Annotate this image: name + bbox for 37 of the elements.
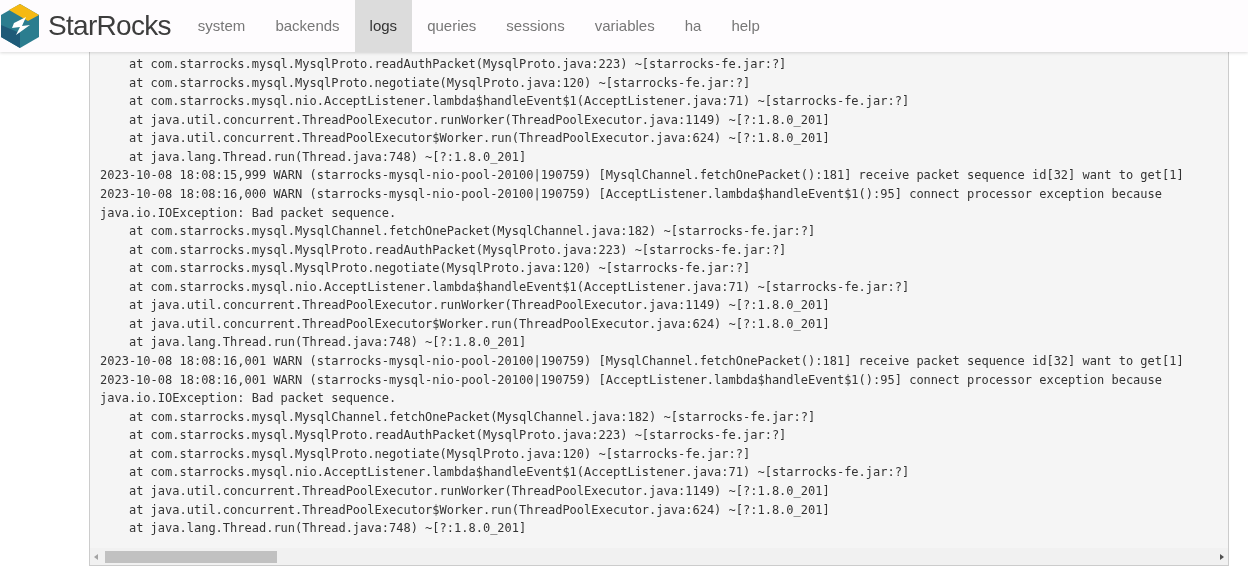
log-line: at com.starrocks.mysql.MysqlProto.readAuthPacket(MysqlProto.java:223) ~[starrocks-fe.jar:?] xyxy=(127,241,787,259)
log-line: 2023-10-08 18:08:16,001 WARN (starrocks-mysql-nio-pool-20100|190759) [AcceptListener.lambda$handleEvent$1():95] connect processor exception because xyxy=(100,371,1163,389)
log-line: at com.starrocks.mysql.MysqlProto.negotiate(MysqlProto.java:120) ~[starrocks-fe.jar:?] xyxy=(127,74,751,92)
log-line: at java.util.concurrent.ThreadPoolExecutor.runWorker(ThreadPoolExecutor.java:1149) ~[?:1.8.0_201] xyxy=(127,482,830,500)
brand-name: StarRocks xyxy=(48,9,171,43)
log-line: at com.starrocks.mysql.nio.AcceptListener.lambda$handleEvent$1(AcceptListener.java:71) ~[starrocks-fe.jar:?] xyxy=(127,464,910,482)
nav-tab[interactable]: sessions xyxy=(491,0,580,52)
log-line: at com.starrocks.mysql.MysqlProto.negotiate(MysqlProto.java:120) ~[starrocks-fe.jar:?] xyxy=(127,260,751,278)
nav-tab[interactable]: backends xyxy=(260,0,355,52)
nav-tab[interactable]: ha xyxy=(669,0,717,52)
log-line: at com.starrocks.mysql.MysqlChannel.fetchOnePacket(MysqlChannel.java:182) ~[starrocks-fe.jar:?] xyxy=(127,223,816,241)
nav-tab[interactable]: queries xyxy=(412,0,492,52)
log-line: 2023-10-08 18:08:15,999 WARN (starrocks-mysql-nio-pool-20100|190759) [MysqlChannel.fetchOnePacket():181] receive packet sequence id[32] want to get[1] xyxy=(100,167,1184,185)
nav-tab[interactable]: system xyxy=(182,0,261,52)
log-line: at java.util.concurrent.ThreadPoolExecutor.runWorker(ThreadPoolExecutor.java:1149) ~[?:1.8.0_201] xyxy=(127,297,830,315)
log-line: at com.starrocks.mysql.nio.AcceptListener.lambda$handleEvent$1(AcceptListener.java:71) ~[starrocks-fe.jar:?] xyxy=(127,93,910,111)
log-line: at java.lang.Thread.run(Thread.java:748) ~[?:1.8.0_201] xyxy=(127,334,527,352)
log-line: at com.starrocks.mysql.nio.AcceptListener.lambda$handleEvent$1(AcceptListener.java:71) ~[starrocks-fe.jar:?] xyxy=(127,278,910,296)
log-line: 2023-10-08 18:08:16,001 WARN (starrocks-mysql-nio-pool-20100|190759) [MysqlChannel.fetchOnePacket():181] receive packet sequence id[32] want to get[1] xyxy=(100,353,1184,370)
log-line: at com.starrocks.mysql.MysqlProto.readAuthPacket(MysqlProto.java:223) ~[starrocks-fe.jar:?] xyxy=(127,56,787,73)
log-line: at com.starrocks.mysql.MysqlProto.readAuthPacket(MysqlProto.java:223) ~[starrocks-fe.jar:?] xyxy=(127,427,787,445)
log-line: at java.util.concurrent.ThreadPoolExecutor$Worker.run(ThreadPoolExecutor.java:624) ~[?:1.8.0_201] xyxy=(127,501,830,519)
log-line: 2023-10-08 18:08:16,000 WARN (starrocks-mysql-nio-pool-20100|190759) [AcceptListener.lambda$handleEvent$1():95] connect processor exception because xyxy=(100,185,1163,203)
log-line: at java.lang.Thread.run(Thread.java:748) ~[?:1.8.0_201] xyxy=(127,148,527,166)
log-line: at java.lang.Thread.run(Thread.java:748) ~[?:1.8.0_201] xyxy=(127,520,527,538)
log-line: at java.util.concurrent.ThreadPoolExecutor$Worker.run(ThreadPoolExecutor.java:624) ~[?:1.8.0_201] xyxy=(127,130,830,148)
nav-tab[interactable]: variables xyxy=(579,0,670,52)
log-line: java.io.IOException: Bad packet sequence. xyxy=(100,390,397,408)
scrollbar-thumb[interactable] xyxy=(105,550,277,563)
log-line: at java.util.concurrent.ThreadPoolExecutor.runWorker(ThreadPoolExecutor.java:1149) ~[?:1.8.0_201] xyxy=(127,111,830,129)
log-line: at com.starrocks.mysql.MysqlProto.negotiate(MysqlProto.java:120) ~[starrocks-fe.jar:?] xyxy=(127,445,751,463)
horizontal-scrollbar[interactable] xyxy=(90,548,1228,565)
log-line: at com.starrocks.mysql.MysqlChannel.fetchOnePacket(MysqlChannel.java:182) ~[starrocks-fe.jar:?] xyxy=(127,408,816,426)
nav-tab[interactable]: logs xyxy=(354,0,413,52)
nav-tab[interactable]: help xyxy=(716,0,775,52)
log-line: at java.util.concurrent.ThreadPoolExecutor$Worker.run(ThreadPoolExecutor.java:624) ~[?:1.8.0_201] xyxy=(127,315,830,333)
log-line: java.io.IOException: Bad packet sequence. xyxy=(100,204,397,222)
